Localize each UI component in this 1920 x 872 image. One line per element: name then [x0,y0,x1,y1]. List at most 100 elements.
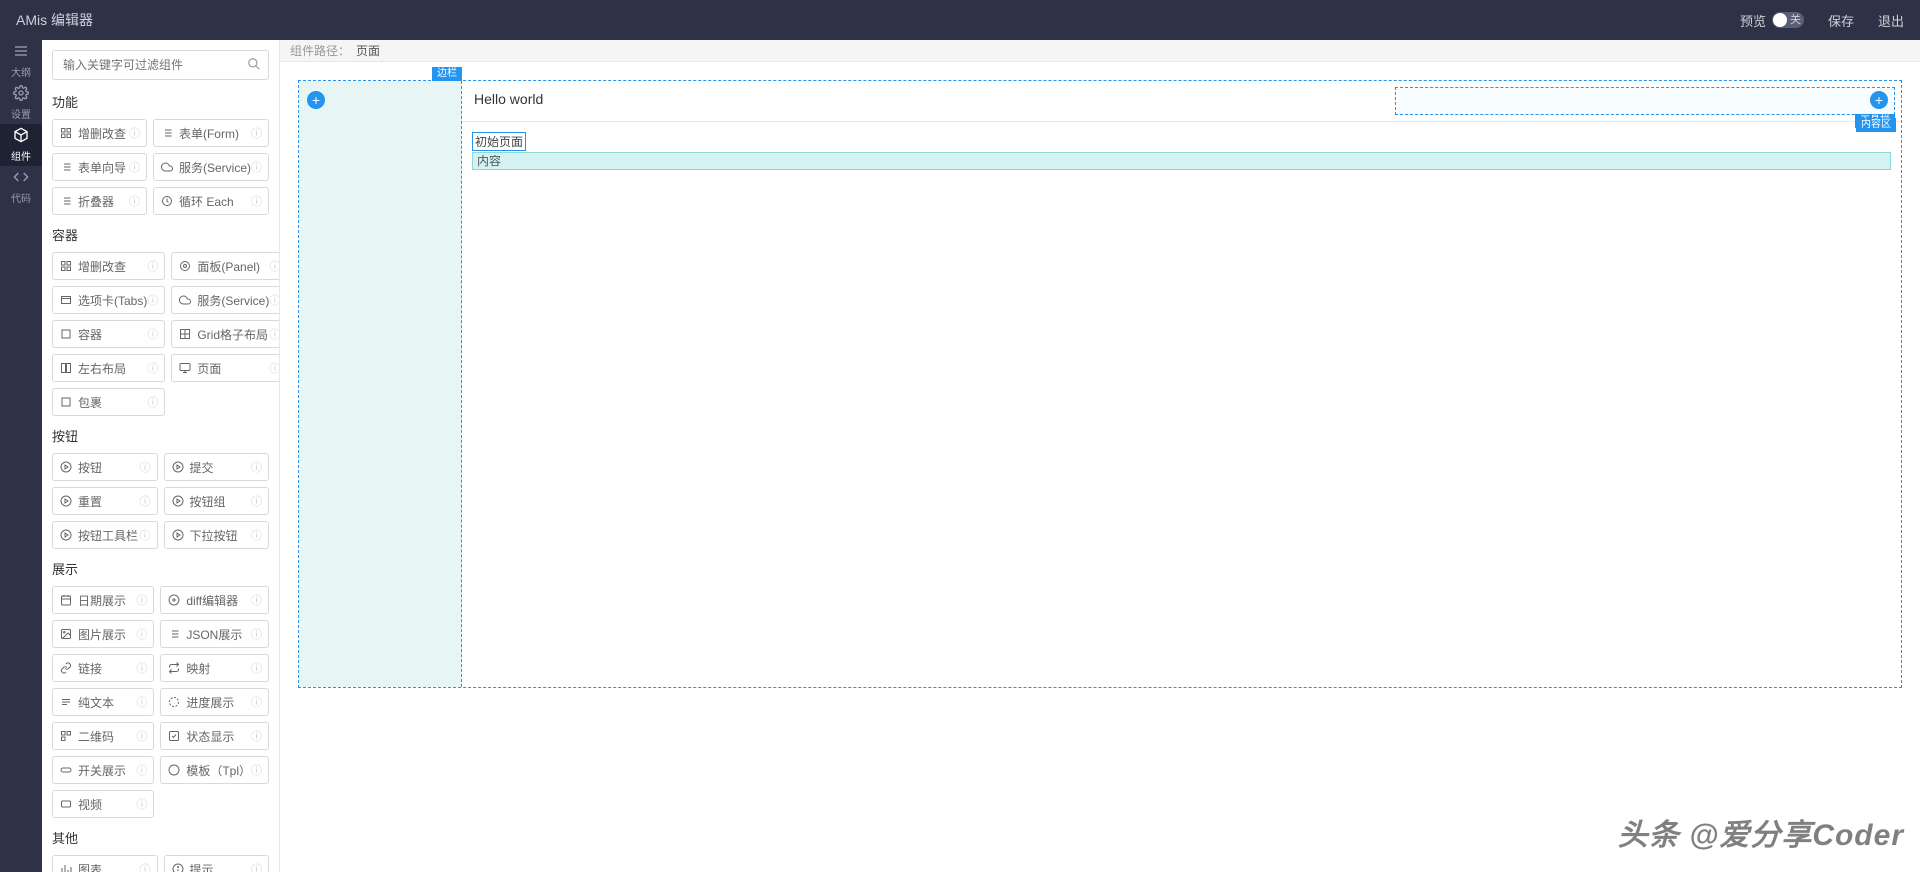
info-icon[interactable]: ⓘ [140,459,151,475]
add-toolbar-button[interactable]: + [1870,91,1888,109]
info-icon[interactable]: ⓘ [251,728,262,744]
component-item[interactable]: 链接ⓘ [52,654,154,682]
component-item[interactable]: 左右布局ⓘ [52,354,165,382]
aside-region[interactable]: 边栏 + [299,81,462,687]
nav-item-menu[interactable]: 大纲 [0,40,42,82]
component-item[interactable]: 开关展示ⓘ [52,756,154,784]
info-icon[interactable]: ⓘ [147,326,158,342]
component-item[interactable]: 面板(Panel)ⓘ [171,252,280,280]
component-item[interactable]: 按钮ⓘ [52,453,158,481]
info-icon[interactable]: ⓘ [251,694,262,710]
nav-label: 代码 [11,190,31,205]
info-icon[interactable]: ⓘ [251,459,262,475]
component-item[interactable]: 表单向导ⓘ [52,153,147,181]
component-item[interactable]: JSON展示ⓘ [160,620,269,648]
info-icon[interactable]: ⓘ [136,728,147,744]
component-item[interactable]: 纯文本ⓘ [52,688,154,716]
info-icon[interactable]: ⓘ [129,125,140,141]
info-icon[interactable]: ⓘ [136,626,147,642]
page-title[interactable]: Hello world [462,81,1395,121]
info-icon[interactable]: ⓘ [251,159,262,175]
component-item[interactable]: 下拉按钮ⓘ [164,521,270,549]
info-icon[interactable]: ⓘ [269,360,280,376]
search-icon[interactable] [247,57,261,74]
info-icon[interactable]: ⓘ [269,258,280,274]
info-icon[interactable]: ⓘ [269,292,280,308]
component-item[interactable]: 按钮工具栏ⓘ [52,521,158,549]
breadcrumb-path[interactable]: 页面 [356,42,380,59]
info-icon[interactable]: ⓘ [136,660,147,676]
info-icon[interactable]: ⓘ [136,592,147,608]
info-icon[interactable]: ⓘ [136,762,147,778]
page-outline[interactable]: 边栏 + Hello world + 工具栏 内容区 初始页面 内容 [298,80,1902,688]
info-icon[interactable]: ⓘ [136,796,147,812]
toolbar-region[interactable]: + 工具栏 [1395,87,1895,115]
component-item[interactable]: 表单(Form)ⓘ [153,119,269,147]
toggle-switch[interactable]: 关 [1772,12,1804,28]
component-label: 表单向导 [78,159,129,176]
component-item[interactable]: 循环 Eachⓘ [153,187,269,215]
component-item[interactable]: 按钮组ⓘ [164,487,270,515]
component-item[interactable]: 图表ⓘ [52,855,158,872]
search-input[interactable] [52,50,269,80]
component-item[interactable]: Grid格子布局ⓘ [171,320,280,348]
component-item[interactable]: 视频ⓘ [52,790,154,818]
play-icon [171,495,185,507]
component-item[interactable]: 服务(Service)ⓘ [171,286,280,314]
component-label: 链接 [78,660,136,677]
component-label: 面板(Panel) [197,258,269,275]
info-icon[interactable]: ⓘ [251,762,262,778]
grid-icon [59,260,73,272]
info-icon[interactable]: ⓘ [251,527,262,543]
component-item[interactable]: 进度展示ⓘ [160,688,269,716]
component-item[interactable]: 容器ⓘ [52,320,165,348]
body-region[interactable]: 内容区 初始页面 内容 [462,122,1901,687]
info-icon[interactable]: ⓘ [251,861,262,872]
preview-toggle[interactable]: 预览 关 [1740,11,1804,30]
save-button[interactable]: 保存 [1828,11,1854,30]
info-icon[interactable]: ⓘ [251,193,262,209]
info-icon[interactable]: ⓘ [140,861,151,872]
info-icon[interactable]: ⓘ [129,193,140,209]
component-item[interactable]: 状态显示ⓘ [160,722,269,750]
canvas-body[interactable]: 边栏 + Hello world + 工具栏 内容区 初始页面 内容 [280,62,1920,872]
info-icon[interactable]: ⓘ [140,527,151,543]
tpl-element[interactable]: 初始页面 [472,132,526,151]
nav-item-code[interactable]: 代码 [0,166,42,208]
topbar-actions: 预览 关 保存 退出 [1740,11,1904,30]
nav-item-gear[interactable]: 设置 [0,82,42,124]
component-item[interactable]: 模板（Tpl）ⓘ [160,756,269,784]
component-item[interactable]: 二维码ⓘ [52,722,154,750]
info-icon[interactable]: ⓘ [251,660,262,676]
component-item[interactable]: 服务(Service)ⓘ [153,153,269,181]
component-item[interactable]: 增删改查ⓘ [52,252,165,280]
component-item[interactable]: 提示ⓘ [164,855,270,872]
component-item[interactable]: diff编辑器ⓘ [160,586,269,614]
component-item[interactable]: 页面ⓘ [171,354,280,382]
add-aside-button[interactable]: + [307,91,325,109]
exit-button[interactable]: 退出 [1878,11,1904,30]
component-item[interactable]: 图片展示ⓘ [52,620,154,648]
component-item[interactable]: 日期展示ⓘ [52,586,154,614]
content-element[interactable]: 内容 [472,152,1891,170]
component-item[interactable]: 提交ⓘ [164,453,270,481]
info-icon[interactable]: ⓘ [136,694,147,710]
nav-item-cube[interactable]: 组件 [0,124,42,166]
info-icon[interactable]: ⓘ [129,159,140,175]
component-item[interactable]: 选项卡(Tabs)ⓘ [52,286,165,314]
info-icon[interactable]: ⓘ [147,292,158,308]
component-item[interactable]: 包裹ⓘ [52,388,165,416]
info-icon[interactable]: ⓘ [140,493,151,509]
component-item[interactable]: 增删改查ⓘ [52,119,147,147]
info-icon[interactable]: ⓘ [251,626,262,642]
component-item[interactable]: 映射ⓘ [160,654,269,682]
info-icon[interactable]: ⓘ [147,360,158,376]
info-icon[interactable]: ⓘ [251,592,262,608]
info-icon[interactable]: ⓘ [147,394,158,410]
info-icon[interactable]: ⓘ [251,493,262,509]
component-item[interactable]: 折叠器ⓘ [52,187,147,215]
component-item[interactable]: 重置ⓘ [52,487,158,515]
info-icon[interactable]: ⓘ [147,258,158,274]
info-icon[interactable]: ⓘ [269,326,280,342]
info-icon[interactable]: ⓘ [251,125,262,141]
